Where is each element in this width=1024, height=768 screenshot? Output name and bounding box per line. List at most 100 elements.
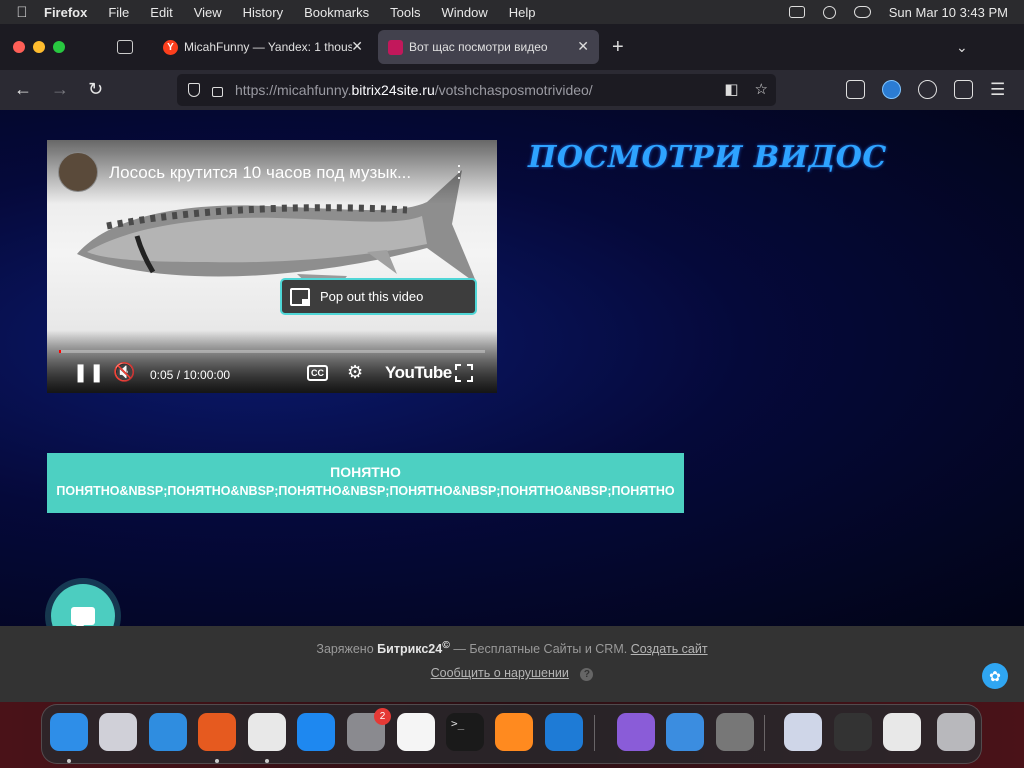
video-title[interactable]: Лосось крутится 10 часов под музык... [109,163,411,183]
dock-terminal-icon[interactable]: >_ [446,713,484,751]
menu-view[interactable]: View [194,5,222,20]
running-indicator-dot [265,759,269,763]
dock-recent-document-3-icon[interactable] [883,713,921,751]
hamburger-menu-icon[interactable]: ☰ [990,80,1005,99]
dock-app-store-icon[interactable] [297,713,335,751]
dock-recent-document-2-icon[interactable] [834,713,872,751]
fullscreen-icon[interactable] [455,364,473,382]
back-arrow-icon[interactable]: ← [14,79,32,99]
page-heading: ПОСМОТРИ ВИДОС [528,140,887,175]
dock-trash-icon[interactable] [937,713,975,751]
pop-out-icon [290,287,310,306]
site-favicon-icon [388,39,403,55]
account-icon[interactable] [918,80,937,99]
running-indicator-dot [215,759,219,763]
dock-recent-document-1-icon[interactable] [784,713,822,751]
desktop-bottom: 2 >_ [0,702,1024,768]
cookie-settings-icon[interactable]: ✿ [982,663,1008,689]
extensions-puzzle-icon[interactable] [954,80,973,99]
dock-separator [764,715,765,751]
banner-line-2: ПОНЯТНО&NBSP;ПОНЯТНО&NBSP;ПОНЯТНО&NBSP;П… [56,484,675,498]
lock-icon[interactable] [212,87,223,97]
screen-mirroring-icon[interactable] [788,6,805,18]
dock-finder-icon[interactable] [50,713,88,751]
dock-garageband-icon[interactable] [495,713,533,751]
settings-gear-icon[interactable]: ⚙ [347,362,363,382]
ponyatno-banner[interactable]: ПОНЯТНО ПОНЯТНО&NBSP;ПОНЯТНО&NBSP;ПОНЯТН… [47,453,684,513]
video-time: 0:05 / 10:00:00 [150,368,231,382]
running-indicator-dot [67,759,71,763]
youtube-video-embed[interactable]: Лосось крутится 10 часов под музык... · ·… [47,140,497,393]
web-page-content: Лосось крутится 10 часов под музык... · ·… [0,110,1024,626]
pause-icon[interactable]: ❚❚ [73,362,105,382]
create-site-link[interactable]: Создать сайт [631,642,708,656]
menu-tools[interactable]: Tools [390,5,420,20]
dock-safari-icon[interactable] [149,713,187,751]
dock-visual-studio-code-icon[interactable] [545,713,583,751]
dock-launchpad-icon[interactable] [99,713,137,751]
chat-widget-button[interactable] [51,584,115,626]
window-minimize-button[interactable] [33,41,45,53]
help-question-icon[interactable]: ? [580,668,594,681]
status-area: Sun Mar 10 3:43 PM [788,0,1008,24]
reload-icon[interactable]: ↻ [88,79,103,99]
dock-separator [594,715,595,751]
tracking-protection-shield-icon[interactable] [188,83,200,97]
window-close-button[interactable] [13,41,25,53]
menu-app-firefox[interactable]: Firefox [44,5,87,20]
youtube-logo[interactable]: YouTube [385,363,452,383]
macos-dock: 2 >_ [41,704,982,764]
tab-bar: Y MicahFunny — Yandex: 1 thousand ✕ Вот … [0,24,1024,70]
dock-chrome-icon[interactable] [248,713,286,751]
menu-history[interactable]: History [243,5,283,20]
powered-by-line: Заряжено Битрикс24© — Бесплатные Сайты и… [316,640,708,657]
menu-edit[interactable]: Edit [150,5,172,20]
report-abuse-link[interactable]: Сообщить о нарушении [431,666,569,680]
spotlight-search-icon[interactable] [822,5,836,19]
list-all-tabs-chevron-icon[interactable]: ⌄ [956,39,968,56]
tab-close-icon[interactable]: ✕ [351,38,363,55]
extension-dark-reader-icon[interactable] [882,80,901,99]
tab-close-icon[interactable]: ✕ [577,38,589,55]
menu-help[interactable]: Help [509,5,536,20]
bookmark-star-icon[interactable]: ☆ [755,82,768,98]
tab-yandex[interactable]: Y MicahFunny — Yandex: 1 thousand ✕ [153,30,373,64]
navigation-toolbar: ← → ↻ https://micahfunny.bitrix24site.ru… [0,70,1024,110]
channel-avatar[interactable] [58,152,98,192]
dock-chess-icon[interactable] [716,713,754,751]
report-line: Сообщить о нарушении ? [0,666,1024,681]
bitrix24-brand: Битрикс24© [377,640,450,657]
chat-bubble-icon [71,607,95,626]
pop-out-video-button[interactable]: Pop out this video [280,278,477,315]
captions-icon[interactable]: CC [307,365,328,381]
menu-bookmarks[interactable]: Bookmarks [304,5,369,20]
address-bar[interactable]: https://micahfunny.bitrix24site.ru/votsh… [177,74,776,106]
menu-bar-clock[interactable]: Sun Mar 10 3:43 PM [889,5,1008,20]
video-more-options-icon[interactable]: · · · [454,156,464,186]
pocket-icon[interactable] [846,80,865,99]
window-zoom-button[interactable] [53,41,65,53]
tab-active-video[interactable]: Вот щас посмотри видео ✕ [378,30,599,64]
tab-title: Вот щас посмотри видео [409,40,548,54]
control-center-icon[interactable] [853,6,871,18]
firefox-view-icon[interactable] [117,40,133,54]
picture-in-picture-icon[interactable]: ◧ [724,82,738,98]
new-tab-plus-icon[interactable]: + [612,37,624,57]
dock-visual-studio-icon[interactable] [617,713,655,751]
bitrix-footer: Заряжено Битрикс24© — Бесплатные Сайты и… [0,626,1024,702]
notification-badge: 2 [374,708,391,725]
apple-menu-icon[interactable]:  [0,4,44,21]
tab-title: MicahFunny — Yandex: 1 thousand [184,40,352,54]
menu-file[interactable]: File [108,5,129,20]
forward-arrow-icon[interactable]: → [51,79,69,99]
muted-speaker-icon[interactable]: 🔇 [113,362,135,382]
url-text[interactable]: https://micahfunny.bitrix24site.ru/votsh… [235,82,593,98]
dock-system-settings-icon[interactable]: 2 [347,708,391,751]
dock-weather-icon[interactable] [666,713,704,751]
dock-textedit-icon[interactable] [397,713,435,751]
terminal-prompt-glyph: >_ [451,717,465,730]
dock-firefox-icon[interactable] [198,713,236,751]
video-controls: ❚❚ 🔇 0:05 / 10:00:00 CC ⚙ YouTube [47,353,497,393]
macos-menu-bar:  Firefox File Edit View History Bookmar… [0,0,1024,24]
menu-window[interactable]: Window [442,5,488,20]
